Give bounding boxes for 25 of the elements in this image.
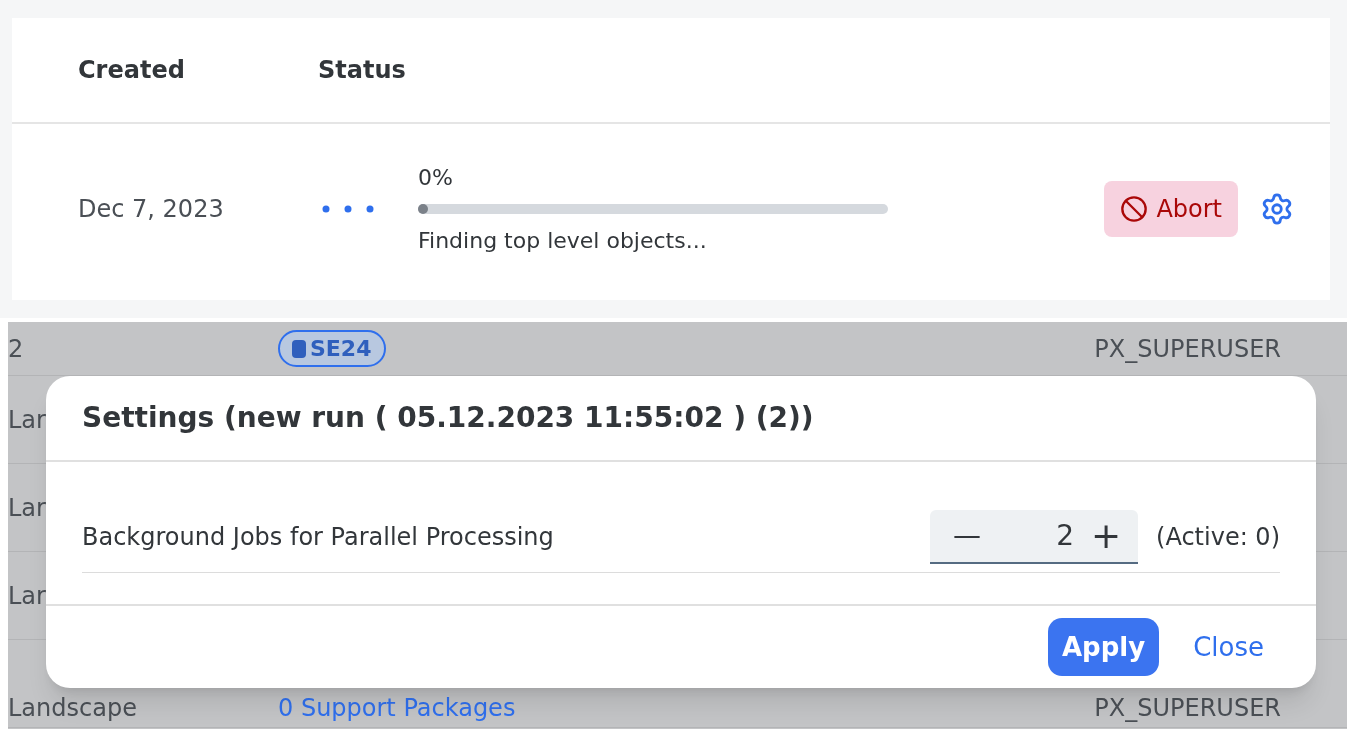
table-cell-text: Lar (8, 492, 44, 524)
settings-icon[interactable] (1260, 192, 1294, 226)
user-cell-text: PX_SUPERUSER (1094, 692, 1281, 724)
table-cell-text: Landscape (8, 692, 138, 724)
step-input[interactable]: — 2 + (930, 509, 1139, 564)
progress-percent: 0% (418, 164, 454, 192)
apply-button[interactable]: Apply (1047, 618, 1160, 676)
close-button[interactable]: Close (1193, 627, 1264, 667)
user-cell-text: PX_SUPERUSER (1094, 333, 1281, 365)
prohibited-icon (1120, 195, 1149, 223)
table-cell-text: 2 (8, 333, 25, 365)
increment-button[interactable]: + (1086, 508, 1127, 563)
table-cell-text: Lar (8, 580, 44, 612)
created-date: Dec 7, 2023 (78, 194, 225, 225)
field-label: Background Jobs for Parallel Processing (82, 521, 554, 553)
column-header: Created (78, 55, 186, 86)
transaction-tag[interactable]: SE24 (278, 330, 386, 367)
column-header: Status (318, 55, 406, 86)
dialog-title: Settings (new run ( 05.12.2023 11:55:02 ) (2)) (82, 400, 814, 436)
abort-button[interactable]: Abort (1104, 181, 1238, 237)
active-count: (Active: 0) (1156, 521, 1280, 553)
table-cell-text: Lar (8, 404, 44, 436)
step-value: 2 (1055, 517, 1076, 554)
decrement-button[interactable]: — (942, 514, 993, 557)
progress-message: Finding top level objects... (418, 227, 708, 255)
